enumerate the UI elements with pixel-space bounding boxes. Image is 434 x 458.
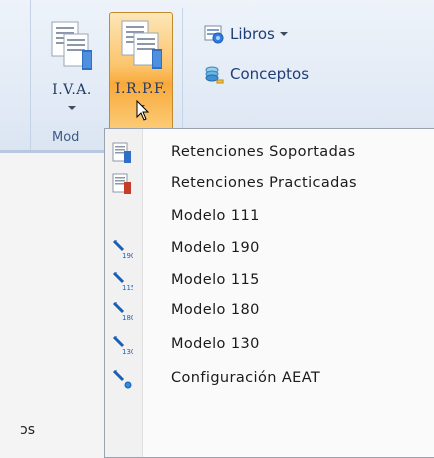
modelo-180-icon: 180 <box>112 301 133 322</box>
modelo-115-icon: 115 <box>112 271 133 292</box>
menu-item-label: Retenciones Practicadas <box>171 175 358 191</box>
libros-icon <box>204 25 224 44</box>
background-text-fragment: ɔs <box>20 422 35 438</box>
ribbon-edge <box>30 0 31 150</box>
irpf-document-icon <box>121 20 162 69</box>
menu-item-label: Modelo 180 <box>171 302 260 318</box>
document-register-icon <box>112 173 131 194</box>
modelo-130-icon: 130 <box>112 335 133 356</box>
libros-button[interactable]: Libros <box>204 22 288 46</box>
svg-text:180: 180 <box>122 314 133 322</box>
libros-dropdown-caret <box>279 32 288 36</box>
conceptos-icon <box>205 66 224 84</box>
menu-item-label: Modelo 190 <box>171 240 260 256</box>
menu-item-label: Modelo 130 <box>171 336 260 352</box>
conceptos-button[interactable]: Conceptos <box>204 62 309 86</box>
conceptos-label: Conceptos <box>230 65 310 83</box>
modelo-190-icon: 190 <box>112 239 133 260</box>
svg-text:190: 190 <box>122 252 133 260</box>
menu-item-modelo-190[interactable]: 190 Modelo 190 <box>105 233 434 263</box>
document-register-icon <box>112 142 131 163</box>
configuration-icon <box>112 369 132 389</box>
svg-text:115: 115 <box>122 284 133 292</box>
menu-item-label: Modelo 111 <box>171 208 260 224</box>
iva-button[interactable]: I.V.A. <box>42 14 102 130</box>
mouse-cursor-icon <box>136 100 150 121</box>
menu-item-label: Modelo 115 <box>171 272 260 288</box>
iva-dropdown-arrow <box>68 106 76 110</box>
irpf-label: I.R.P.F. <box>115 81 167 97</box>
menu-item-modelo-115[interactable]: 115 Modelo 115 <box>105 265 434 295</box>
group-separator <box>182 8 183 138</box>
menu-item-configuracion-aeat[interactable]: Configuración AEAT <box>105 363 434 393</box>
menu-item-modelo-111[interactable]: Modelo 111 <box>105 201 434 231</box>
menu-item-modelo-130[interactable]: 130 Modelo 130 <box>105 329 434 359</box>
libros-label: Libros <box>230 25 275 43</box>
svg-text:130: 130 <box>122 348 133 356</box>
menu-item-label: Retenciones Soportadas <box>171 144 356 160</box>
iva-document-icon <box>51 21 92 70</box>
irpf-dropdown-menu: Retenciones Soportadas Retenciones Pract… <box>104 128 434 458</box>
menu-item-modelo-180[interactable]: 180 Modelo 180 <box>105 295 434 325</box>
menu-item-retenciones-practicadas[interactable]: Retenciones Practicadas <box>105 168 434 198</box>
iva-label: I.V.A. <box>52 82 92 98</box>
menu-item-label: Configuración AEAT <box>171 370 321 386</box>
menu-item-retenciones-soportadas[interactable]: Retenciones Soportadas <box>105 137 434 167</box>
ribbon-group-label: Mod <box>52 130 80 145</box>
